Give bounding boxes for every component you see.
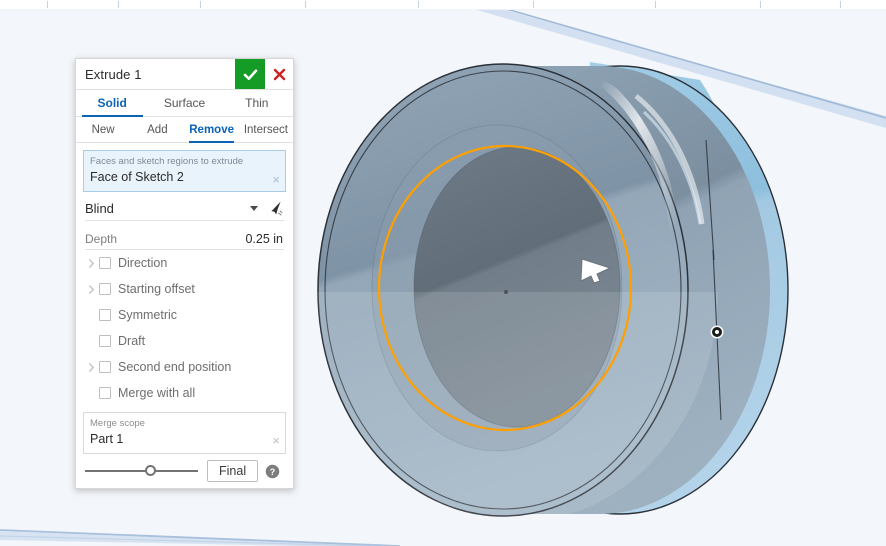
option-label-starting-offset: Starting offset [118, 282, 195, 296]
option-symmetric[interactable]: Symmetric [76, 302, 293, 328]
merge-scope-value: Part 1 [90, 432, 124, 446]
dialog-title: Extrude 1 [85, 66, 142, 82]
checkbox-direction[interactable] [99, 257, 111, 269]
ruler-tick [118, 1, 119, 8]
option-label-merge-with-all: Merge with all [118, 386, 196, 400]
tab-thin[interactable]: Thin [221, 90, 293, 116]
checkbox-second-end-position[interactable] [99, 361, 111, 373]
faces-selection-value: Face of Sketch 2 [90, 170, 184, 184]
checkbox-starting-offset[interactable] [99, 283, 111, 295]
depth-value[interactable]: 0.25 in [245, 232, 284, 246]
chevron-down-icon[interactable] [250, 205, 258, 211]
close-icon [273, 68, 285, 80]
expand-chevron-icon[interactable] [85, 362, 97, 373]
option-draft[interactable]: Draft [76, 328, 293, 354]
vertex-point-marker[interactable] [710, 325, 724, 339]
checkbox-symmetric[interactable] [99, 309, 111, 321]
confirm-button[interactable] [235, 59, 265, 89]
tab-remove[interactable]: Remove [185, 117, 239, 143]
clear-merge-scope-icon[interactable]: × [272, 434, 280, 447]
ruler-tick [418, 1, 419, 8]
check-icon [243, 68, 257, 80]
option-label-draft: Draft [118, 334, 146, 348]
center-point [504, 290, 508, 294]
tab-solid[interactable]: Solid [76, 90, 148, 117]
end-condition-value: Blind [85, 200, 114, 216]
slider-thumb[interactable] [145, 465, 157, 476]
dialog-footer: Final ? [76, 454, 293, 488]
option-label-second-end-position: Second end position [118, 360, 232, 374]
svg-text:?: ? [270, 466, 276, 476]
ruler-tick [760, 1, 761, 8]
merge-scope-label: Merge scope [90, 418, 145, 429]
ruler-tick [840, 1, 841, 8]
cylindrical-hub-part[interactable] [300, 62, 789, 522]
option-label-direction: Direction [118, 256, 168, 270]
tab-intersect[interactable]: Intersect [239, 117, 293, 142]
ruler-tick [200, 1, 201, 8]
faces-selection-label: Faces and sketch regions to extrude [90, 156, 244, 167]
ruler-tick [533, 1, 534, 8]
depth-label: Depth [85, 231, 118, 246]
top-ruler-strip [0, 0, 886, 10]
tab-surface[interactable]: Surface [148, 90, 220, 116]
checkbox-draft[interactable] [99, 335, 111, 347]
option-direction[interactable]: Direction [76, 250, 293, 276]
expand-chevron-icon[interactable] [85, 258, 97, 269]
primary-tab-row[interactable]: Solid Surface Thin [76, 90, 293, 117]
depth-field[interactable]: Depth 0.25 in [85, 228, 284, 250]
ruler-tick [305, 1, 306, 8]
ruler-tick [655, 1, 656, 8]
preview-slider[interactable] [85, 464, 198, 478]
tab-new[interactable]: New [76, 117, 130, 142]
select-arrow-icon[interactable] [267, 200, 283, 216]
option-merge-with-all[interactable]: Merge with all [76, 380, 293, 406]
dialog-titlebar: Extrude 1 [76, 59, 293, 90]
merge-scope-field[interactable]: Merge scope Part 1 × [83, 412, 286, 454]
help-icon[interactable]: ? [265, 464, 280, 479]
faces-selection-field[interactable]: Faces and sketch regions to extrude Face… [83, 150, 286, 192]
option-starting-offset[interactable]: Starting offset [76, 276, 293, 302]
end-condition-dropdown[interactable]: Blind [85, 196, 284, 221]
tab-add[interactable]: Add [130, 117, 184, 142]
cancel-button[interactable] [265, 59, 293, 89]
ruler-tick [47, 1, 48, 8]
slider-track [85, 470, 198, 472]
operation-tab-row[interactable]: New Add Remove Intersect [76, 117, 293, 143]
clear-selection-icon[interactable]: × [272, 173, 280, 186]
expand-chevron-icon[interactable] [85, 284, 97, 295]
final-button[interactable]: Final [207, 460, 259, 482]
option-label-symmetric: Symmetric [118, 308, 178, 322]
option-second-end-position[interactable]: Second end position [76, 354, 293, 380]
checkbox-merge-with-all[interactable] [99, 387, 111, 399]
extrude-dialog[interactable]: Extrude 1 Solid Surface Thin New Add Rem… [75, 58, 294, 489]
